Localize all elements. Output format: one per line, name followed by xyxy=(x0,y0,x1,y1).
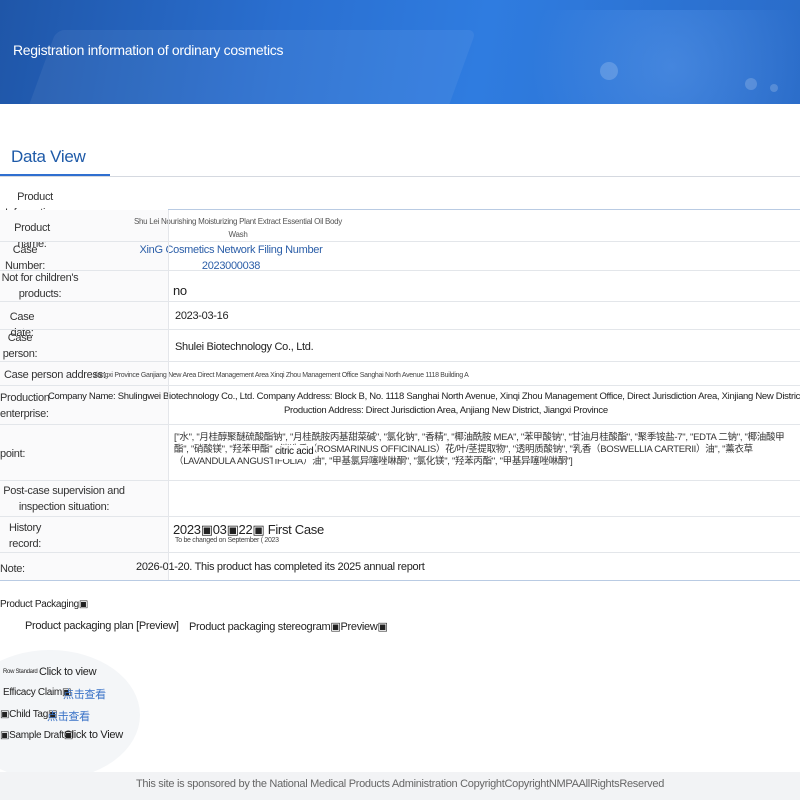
supervision-label: Post-case supervision and inspection sit… xyxy=(3,485,125,513)
history-record-sub: To be changed on September ( 2023 xyxy=(175,537,279,544)
column-separator xyxy=(168,210,169,580)
row-divider xyxy=(0,480,800,481)
row-divider xyxy=(0,385,800,386)
packaging-plan-link[interactable]: Product packaging plan [Preview] xyxy=(25,620,179,632)
production-enterprise-label: Production enterprise: xyxy=(0,392,50,420)
banner-dot xyxy=(600,62,618,80)
page-title: Registration information of ordinary cos… xyxy=(13,42,284,58)
row-divider xyxy=(0,552,800,553)
case-date-value: 2023-03-16 xyxy=(175,310,229,322)
case-person-address-value: Jiangxi Province Ganjiang New Area Direc… xyxy=(93,372,469,379)
row-divider xyxy=(0,329,800,330)
row-divider xyxy=(0,270,800,271)
product-name-value: Shu Lei Nourishing Moisturizing Plant Ex… xyxy=(133,217,342,239)
section-divider xyxy=(0,580,800,581)
not-for-children-label: Not for children's products: xyxy=(1,272,79,300)
section-divider xyxy=(168,209,800,210)
efficacy-claim-link[interactable]: 点击查看 xyxy=(63,686,106,702)
banner-dot xyxy=(745,78,757,90)
sample-draft-link[interactable]: Click to View xyxy=(64,729,123,741)
row-divider xyxy=(0,241,800,242)
row-standard-link[interactable]: Click to view xyxy=(39,666,97,678)
footer: This site is sponsored by the National M… xyxy=(0,772,800,800)
packaging-title: Product Packaging▣ xyxy=(0,599,88,610)
case-person-address-label: Case person address: xyxy=(4,369,106,381)
row-divider xyxy=(0,516,800,517)
banner-dot xyxy=(770,84,778,92)
case-person-value: Shulei Biotechnology Co., Ltd. xyxy=(175,341,314,353)
tab-active-indicator xyxy=(0,174,110,176)
tab-data-view[interactable]: Data View xyxy=(11,147,86,167)
note-value: 2026-01-20. This product has completed i… xyxy=(136,561,425,573)
sample-draft-label: ▣Sample Draft▣ xyxy=(0,730,74,741)
row-divider xyxy=(0,361,800,362)
tab-strip xyxy=(0,140,800,177)
point-overlay: citric acid xyxy=(273,445,316,459)
packaging-stereogram-link[interactable]: Product packaging stereogram▣Preview▣ xyxy=(189,620,388,633)
row-standard-label: Row Standard xyxy=(3,669,38,675)
not-for-children-value: no xyxy=(173,283,187,298)
efficacy-claim-label: Efficacy Claim▣ xyxy=(3,687,72,698)
point-value: ["水", "月桂醇聚醚硫酸酯钠", "月桂酰胺丙基甜菜碱", "氯化钠", "… xyxy=(174,432,785,467)
production-enterprise-value: Company Name: Shulingwei Biotechnology C… xyxy=(48,391,800,416)
history-record-label: History record: xyxy=(8,522,42,550)
case-person-label: Case person: xyxy=(2,332,38,360)
child-tag-link[interactable]: 点击查看 xyxy=(47,708,90,724)
row-divider xyxy=(0,424,800,425)
row-divider xyxy=(0,301,800,302)
header-banner: Registration information of ordinary cos… xyxy=(0,0,800,104)
point-label: point: xyxy=(0,448,26,460)
note-label: Note: xyxy=(0,563,25,575)
